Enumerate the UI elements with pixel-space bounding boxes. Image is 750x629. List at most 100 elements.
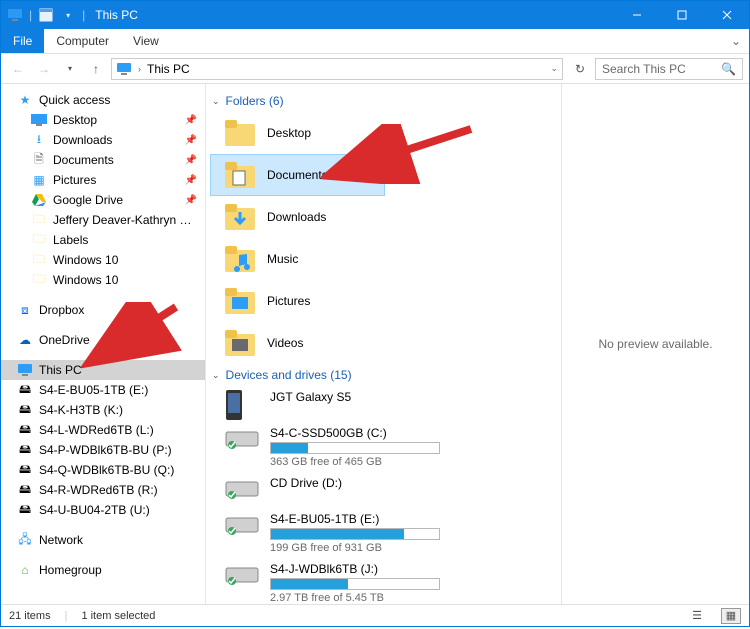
sidebar-quick-access[interactable]: ★ Quick access xyxy=(1,90,205,110)
sidebar-item-documents[interactable]: 🗎Documents📌 xyxy=(1,150,205,170)
breadcrumb-dropdown-icon[interactable]: ⌄ xyxy=(550,63,558,74)
drive-name: S4-C-SSD500GB (C:) xyxy=(270,426,440,440)
sidebar-drive[interactable]: 🖴S4-K-H3TB (K:) xyxy=(1,400,205,420)
drive-icon: 🖴 xyxy=(17,462,33,478)
history-dropdown[interactable]: ▾ xyxy=(59,58,81,80)
music-folder-icon xyxy=(225,244,255,274)
sidebar-item-folder[interactable]: 🗀Labels xyxy=(1,230,205,250)
minimize-button[interactable] xyxy=(614,1,659,29)
drive-free-text: 2.97 TB free of 5.45 TB xyxy=(270,592,440,604)
sidebar-item-desktop[interactable]: Desktop📌 xyxy=(1,110,205,130)
drive-row[interactable]: S4-J-WDBlk6TB (J:) 2.97 TB free of 5.45 T… xyxy=(210,558,561,604)
gdrive-icon xyxy=(31,192,47,208)
drive-usage-bar xyxy=(270,578,440,590)
chevron-down-icon[interactable]: ⌄ xyxy=(212,370,220,381)
close-button[interactable] xyxy=(704,1,749,29)
phone-icon xyxy=(224,390,260,418)
tab-view[interactable]: View xyxy=(121,29,171,53)
folder-icon: 🗀 xyxy=(31,232,47,248)
drive-icon: 🖴 xyxy=(17,382,33,398)
drive-icon xyxy=(224,562,260,590)
qat-divider: | xyxy=(29,8,32,22)
folder-documents[interactable]: Documents xyxy=(210,154,385,196)
sidebar-this-pc[interactable]: This PC xyxy=(1,360,205,380)
properties-icon[interactable] xyxy=(38,7,54,23)
back-button[interactable]: ← xyxy=(7,58,29,80)
sidebar-drive[interactable]: 🖴S4-Q-WDBlk6TB-BU (Q:) xyxy=(1,460,205,480)
preview-text: No preview available. xyxy=(598,337,712,351)
search-input[interactable]: Search This PC 🔍 xyxy=(595,58,743,80)
drive-row[interactable]: CD Drive (D:) xyxy=(210,472,561,508)
sidebar-network[interactable]: 🖧Network xyxy=(1,530,205,550)
preview-pane: No preview available. xyxy=(561,84,749,604)
tab-file[interactable]: File xyxy=(1,29,44,53)
pin-icon: 📌 xyxy=(185,195,197,206)
folder-music[interactable]: Music xyxy=(210,238,385,280)
star-icon: ★ xyxy=(17,92,33,108)
drive-name: S4-J-WDBlk6TB (J:) xyxy=(270,562,440,576)
sidebar-item-folder[interactable]: 🗀Windows 10 xyxy=(1,270,205,290)
sidebar-dropbox[interactable]: ⧈Dropbox xyxy=(1,300,205,320)
sidebar-drive[interactable]: 🖴S4-L-WDRed6TB (L:) xyxy=(1,420,205,440)
address-bar[interactable]: › This PC ⌄ xyxy=(111,58,563,80)
maximize-button[interactable] xyxy=(659,1,704,29)
homegroup-icon: ⌂ xyxy=(17,562,33,578)
onedrive-icon: ☁ xyxy=(17,332,33,348)
sidebar-item-pictures[interactable]: ▦Pictures📌 xyxy=(1,170,205,190)
drive-icon xyxy=(224,476,260,504)
ribbon: File Computer View ⌄ xyxy=(1,29,749,54)
device-phone[interactable]: JGT Galaxy S5 xyxy=(210,386,561,422)
sidebar-item-downloads[interactable]: ⭳Downloads📌 xyxy=(1,130,205,150)
folder-downloads[interactable]: Downloads xyxy=(210,196,385,238)
titlebar: | ▾ | This PC xyxy=(1,1,749,29)
sidebar-item-folder[interactable]: 🗀Windows 10 xyxy=(1,250,205,270)
folder-desktop[interactable]: Desktop xyxy=(210,112,385,154)
pin-icon: 📌 xyxy=(185,115,197,126)
drive-row[interactable]: S4-C-SSD500GB (C:)363 GB free of 465 GB xyxy=(210,422,561,472)
sidebar-item-google-drive[interactable]: Google Drive📌 xyxy=(1,190,205,210)
view-details-button[interactable]: ☰ xyxy=(687,608,707,624)
forward-button[interactable]: → xyxy=(33,58,55,80)
status-items: 21 items xyxy=(9,610,51,622)
drive-name: CD Drive (D:) xyxy=(270,476,342,490)
statusbar: 21 items | 1 item selected ☰ ▦ xyxy=(1,604,749,626)
sidebar: ★ Quick access Desktop📌 ⭳Downloads📌 🗎Doc… xyxy=(1,84,206,604)
drive-icon: 🖴 xyxy=(17,482,33,498)
sidebar-drive[interactable]: 🖴S4-E-BU05-1TB (E:) xyxy=(1,380,205,400)
drive-row[interactable]: S4-E-BU05-1TB (E:)199 GB free of 931 GB xyxy=(210,508,561,558)
drive-icon: 🖴 xyxy=(17,402,33,418)
documents-icon: 🗎 xyxy=(31,152,47,168)
chevron-down-icon[interactable]: ⌄ xyxy=(212,96,220,107)
desktop-icon xyxy=(31,112,47,128)
sidebar-item-folder[interactable]: 🗀Jeffery Deaver-Kathryn Dance 04-Solitud… xyxy=(1,210,205,230)
folder-icon: 🗀 xyxy=(31,272,47,288)
folder-pictures[interactable]: Pictures xyxy=(210,280,385,322)
qat-dropdown-icon[interactable]: ▾ xyxy=(60,7,76,23)
sidebar-drive[interactable]: 🖴S4-U-BU04-2TB (U:) xyxy=(1,500,205,520)
status-selected: 1 item selected xyxy=(81,610,155,622)
pin-icon: 📌 xyxy=(185,135,197,146)
group-devices[interactable]: ⌄ Devices and drives (15) xyxy=(210,364,561,386)
pictures-folder-icon xyxy=(225,286,255,316)
tab-computer[interactable]: Computer xyxy=(44,29,121,53)
refresh-button[interactable]: ↻ xyxy=(569,58,591,80)
chevron-right-icon[interactable]: › xyxy=(138,64,141,74)
folder-icon: 🗀 xyxy=(31,212,47,228)
breadcrumb[interactable]: This PC xyxy=(147,62,190,76)
expand-ribbon-icon[interactable]: ⌄ xyxy=(731,29,741,53)
drive-icon xyxy=(224,426,260,454)
sidebar-homegroup[interactable]: ⌂Homegroup xyxy=(1,560,205,580)
folder-videos[interactable]: Videos xyxy=(210,322,385,364)
downloads-folder-icon xyxy=(225,202,255,232)
view-tiles-button[interactable]: ▦ xyxy=(721,608,741,624)
group-folders[interactable]: ⌄ Folders (6) xyxy=(210,90,561,112)
sidebar-drive[interactable]: 🖴S4-R-WDRed6TB (R:) xyxy=(1,480,205,500)
drive-icon: 🖴 xyxy=(17,442,33,458)
sidebar-drive[interactable]: 🖴S4-P-WDBlk6TB-BU (P:) xyxy=(1,440,205,460)
content-pane[interactable]: ⌄ Folders (6) Desktop Documents Download… xyxy=(206,84,561,604)
pc-icon xyxy=(116,62,132,76)
documents-folder-icon xyxy=(225,160,255,190)
sidebar-onedrive[interactable]: ☁OneDrive xyxy=(1,330,205,350)
drive-name: S4-E-BU05-1TB (E:) xyxy=(270,512,440,526)
up-button[interactable]: ↑ xyxy=(85,58,107,80)
